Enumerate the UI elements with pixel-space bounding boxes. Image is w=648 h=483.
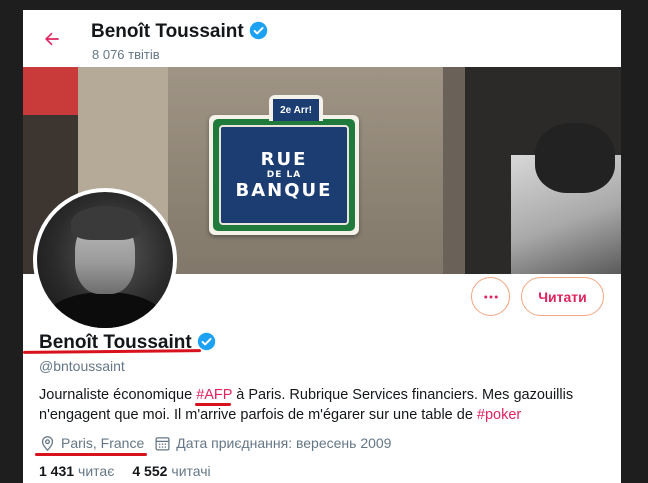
sign-line-2: DE LA xyxy=(266,169,302,180)
profile-stats: 1 431 читає 4 552 читачі xyxy=(39,461,211,481)
sign-arrondissement: 2e Arr! xyxy=(273,99,319,121)
arrow-left-icon xyxy=(45,32,59,46)
profile-handle: @bntoussaint xyxy=(39,358,125,374)
annotation-underline-location xyxy=(35,453,147,456)
avatar[interactable] xyxy=(33,188,177,332)
more-horizontal-icon xyxy=(483,295,498,298)
join-date: Дата приєднання: вересень 2009 xyxy=(154,435,391,452)
location-text: Paris, France xyxy=(61,435,145,451)
follow-button[interactable]: Читати xyxy=(521,277,604,316)
location-pin-icon xyxy=(41,435,54,451)
back-button[interactable] xyxy=(37,24,67,54)
followers-count: 4 552 xyxy=(132,463,168,479)
profile-bio: Journaliste économique #AFP à Paris. Rub… xyxy=(39,387,574,423)
profile-meta: Paris, France Дата приєднання: вересень … xyxy=(39,433,391,453)
following-count: 1 431 xyxy=(39,463,75,479)
annotation-underline-afp xyxy=(195,403,231,406)
sign-line-3: BANQUE xyxy=(235,179,333,201)
following-link[interactable]: 1 431 читає xyxy=(39,463,114,479)
more-button[interactable] xyxy=(471,277,510,316)
followers-label: читачі xyxy=(171,463,211,479)
verified-badge-icon xyxy=(249,21,267,40)
join-date-text: Дата приєднання: вересень 2009 xyxy=(176,435,392,451)
tweet-count: 8 076 твітів xyxy=(92,47,160,62)
following-label: читає xyxy=(78,463,115,479)
location: Paris, France xyxy=(39,435,144,452)
profile-card: Benoît Toussaint 8 076 твітів RUE DE LA … xyxy=(23,10,621,483)
followers-link[interactable]: 4 552 читачі xyxy=(132,463,210,479)
header-name: Benoît Toussaint xyxy=(91,21,268,43)
hashtag-afp-link[interactable]: #AFP xyxy=(196,387,232,403)
sign-line-1: RUE xyxy=(260,148,308,170)
hashtag-poker-link[interactable]: #poker xyxy=(477,407,521,423)
street-sign: RUE DE LA BANQUE 2e Arr! xyxy=(209,95,359,235)
profile-header: Benoît Toussaint 8 076 твітів xyxy=(23,10,621,67)
calendar-icon xyxy=(155,436,170,451)
